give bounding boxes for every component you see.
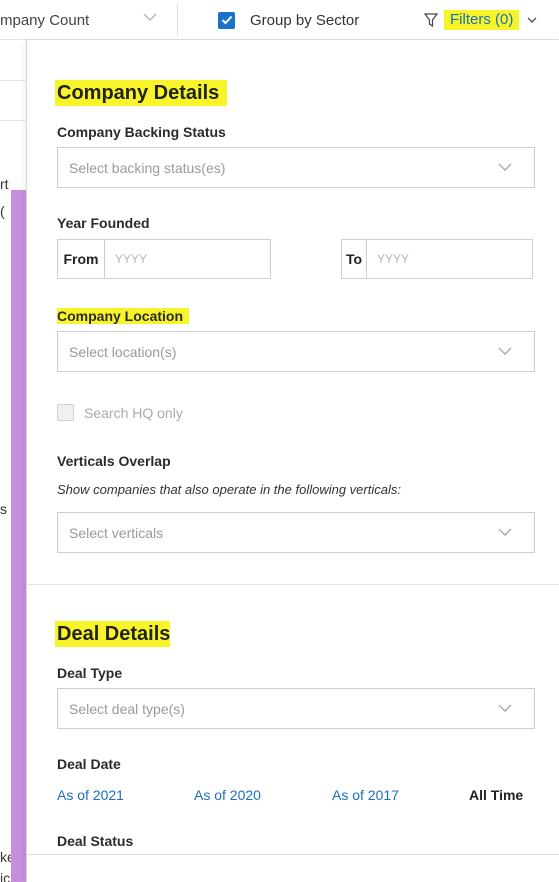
truncated-text: s [0, 501, 7, 517]
search-hq-only-label: Search HQ only [84, 404, 183, 421]
backing-status-select[interactable]: Select backing status(es) [57, 147, 535, 188]
filter-icon [424, 12, 438, 27]
count-metric-select[interactable]: mpany Count [0, 4, 178, 36]
deal-date-option-all-time[interactable]: All Time [469, 787, 523, 803]
deal-details-heading: Deal Details [55, 621, 171, 647]
section-divider [27, 584, 559, 585]
company-location-label: Company Location [57, 308, 190, 324]
from-label: From [58, 240, 105, 278]
deal-type-label: Deal Type [57, 665, 123, 681]
year-from-input[interactable] [105, 240, 270, 278]
truncated-text: rt [0, 176, 9, 192]
year-founded-label: Year Founded [57, 215, 150, 231]
divider [0, 120, 26, 121]
section-divider [27, 854, 559, 855]
chart-bar [11, 190, 26, 882]
company-details-heading: Company Details [55, 80, 228, 106]
verticals-overlap-note: Show companies that also operate in the … [57, 482, 401, 497]
company-location-select[interactable]: Select location(s) [57, 331, 535, 372]
count-metric-value: mpany Count [0, 12, 90, 29]
verticals-overlap-label: Verticals Overlap [57, 453, 171, 469]
deal-date-option-2017[interactable]: As of 2017 [332, 787, 399, 803]
search-hq-only-checkbox[interactable]: Search HQ only [57, 404, 183, 421]
truncated-text: ic [0, 870, 11, 882]
chevron-down-icon [498, 528, 512, 536]
filters-button[interactable]: Filters (0) [424, 8, 537, 32]
background-content: rt ( s ke ic [0, 40, 26, 882]
deal-status-label: Deal Status [57, 833, 134, 849]
deal-date-option-2020[interactable]: As of 2020 [194, 787, 261, 803]
divider [0, 80, 26, 81]
company-location-placeholder: Select location(s) [69, 344, 177, 360]
chevron-down-icon [527, 17, 537, 23]
backing-status-placeholder: Select backing status(es) [69, 160, 226, 176]
year-to-input[interactable] [367, 240, 532, 278]
backing-status-label: Company Backing Status [57, 124, 226, 140]
verticals-placeholder: Select verticals [69, 525, 164, 541]
chevron-down-icon [498, 347, 512, 355]
verticals-select[interactable]: Select verticals [57, 512, 535, 553]
truncated-text: ( [0, 203, 5, 219]
filters-panel: Company Details Company Backing Status S… [26, 40, 559, 882]
year-founded-to: To [341, 239, 533, 279]
deal-type-placeholder: Select deal type(s) [69, 701, 185, 717]
chevron-down-icon [498, 704, 512, 712]
checkbox-icon[interactable] [57, 404, 74, 421]
to-label: To [342, 240, 367, 278]
chevron-down-icon [498, 163, 512, 171]
filters-button-label: Filters (0) [444, 10, 520, 30]
deal-date-option-2021[interactable]: As of 2021 [57, 787, 124, 803]
truncated-text: ke [0, 849, 11, 865]
group-by-sector-toggle[interactable]: Group by Sector [218, 8, 359, 32]
toolbar: mpany Count Group by Sector Filters (0) [0, 0, 559, 40]
deal-type-select[interactable]: Select deal type(s) [57, 688, 535, 729]
year-founded-from: From [57, 239, 271, 279]
deal-date-label: Deal Date [57, 756, 121, 772]
chevron-down-icon [143, 13, 157, 22]
group-by-sector-label: Group by Sector [250, 11, 360, 29]
checkbox-checked-icon[interactable] [218, 11, 235, 29]
